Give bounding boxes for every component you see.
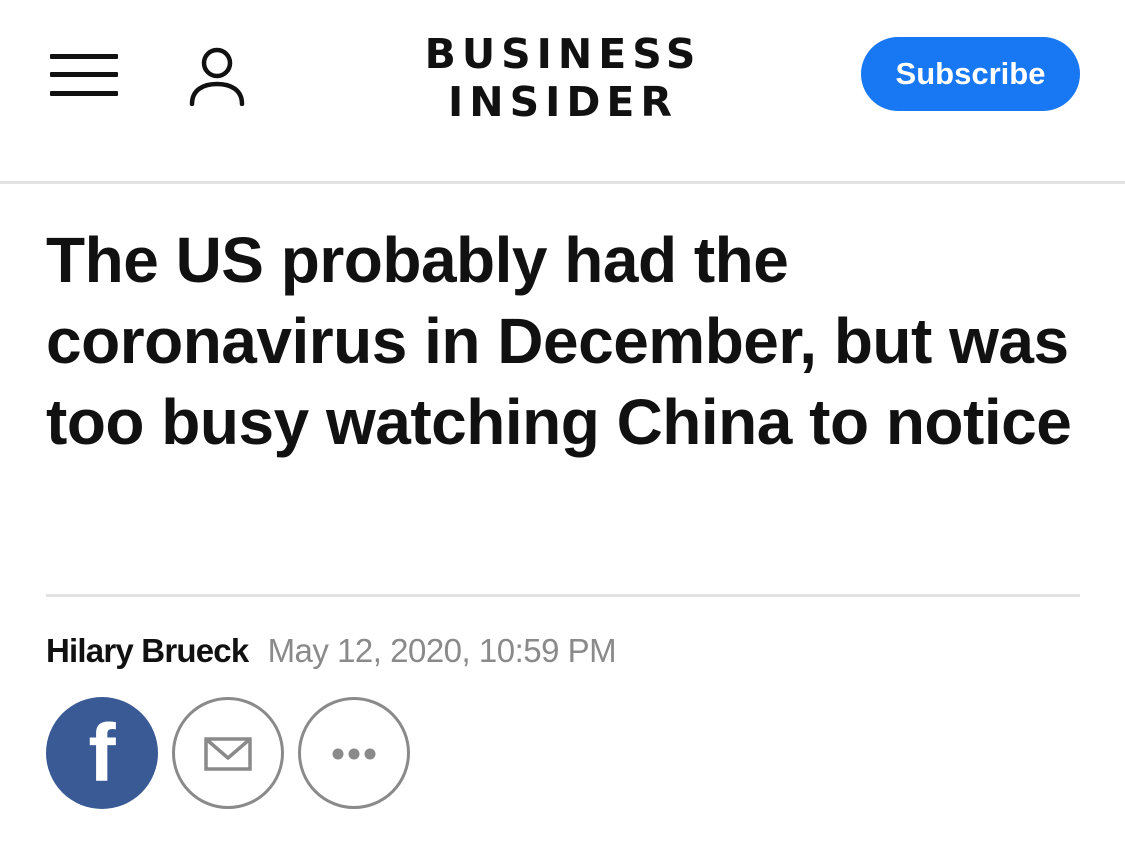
email-share-button[interactable]: [172, 697, 284, 809]
publish-date: May 12, 2020, 10:59 PM: [267, 632, 617, 669]
logo-line-1: BUSINESS: [424, 30, 702, 78]
headline-divider: [46, 594, 1080, 597]
mail-icon: [204, 737, 252, 771]
menu-bar-line: [50, 91, 118, 96]
byline: Hilary Brueck May 12, 2020, 10:59 PM: [46, 631, 617, 671]
user-icon: [189, 47, 245, 107]
subscribe-button[interactable]: Subscribe: [861, 37, 1080, 111]
author-link[interactable]: Hilary Brueck: [46, 632, 249, 669]
top-navigation-bar: BUSINESS INSIDER Subscribe: [0, 0, 1125, 184]
account-icon[interactable]: [188, 46, 246, 107]
hamburger-menu-icon[interactable]: [50, 54, 118, 96]
business-insider-logo[interactable]: BUSINESS INSIDER: [400, 30, 726, 126]
article-headline: The US probably had the coronavirus in D…: [46, 224, 1072, 458]
more-icon: [332, 748, 376, 760]
menu-bar-line: [50, 72, 118, 77]
logo-line-2: INSIDER: [448, 78, 678, 126]
menu-bar-line: [50, 54, 118, 59]
facebook-icon: f: [88, 708, 116, 799]
more-share-options-button[interactable]: [298, 697, 410, 809]
facebook-share-button[interactable]: f: [46, 697, 158, 809]
page: BUSINESS INSIDER Subscribe The US probab…: [0, 0, 1125, 848]
